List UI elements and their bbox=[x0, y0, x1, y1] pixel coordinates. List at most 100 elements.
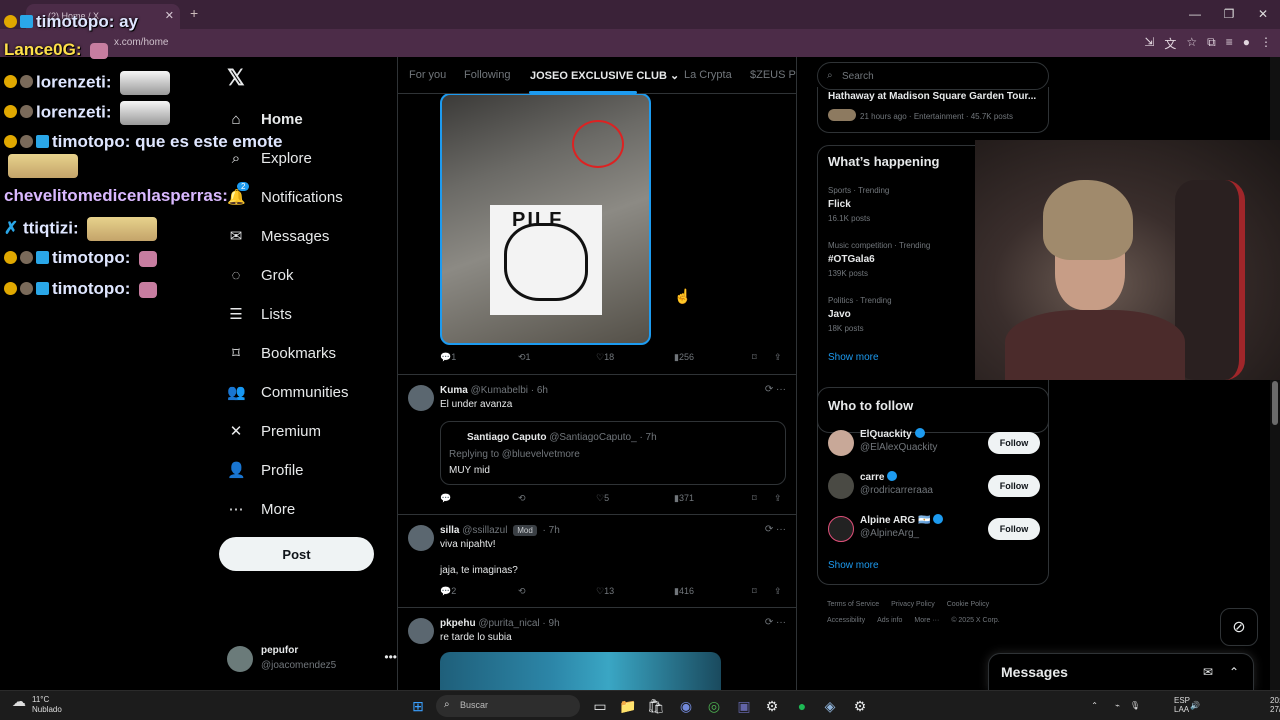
sidebar-item-communities[interactable]: 👥 Communities bbox=[227, 377, 349, 407]
chrome-icon[interactable]: ◎ bbox=[704, 696, 724, 716]
settings-icon[interactable]: ⚙ bbox=[762, 696, 782, 716]
post-card[interactable]: pkpehu @purita_nical · 9h ⟳ ··· re tarde… bbox=[398, 607, 796, 690]
tab-zeus[interactable]: $ZEUS Pe bbox=[750, 69, 796, 81]
trend-item[interactable]: Music competition · Trending #OTGala6 13… bbox=[828, 241, 930, 278]
sidebar-item-bookmarks[interactable]: ⌑ Bookmarks bbox=[227, 338, 336, 368]
bookmark-icon[interactable]: ⌑ bbox=[752, 352, 757, 363]
install-icon[interactable]: ⇲ bbox=[1144, 35, 1154, 52]
who-to-follow-card: Who to follow ElQuackity @ElAlexQuackity… bbox=[817, 387, 1049, 585]
sidebar-item-more[interactable]: ⋯ More bbox=[227, 494, 296, 524]
post-card[interactable]: Kuma @Kumabelbi · 6h ⟳ ··· El under avan… bbox=[398, 374, 796, 514]
like-button[interactable]: ♡ 18 bbox=[596, 352, 614, 363]
tab-following[interactable]: Following bbox=[464, 69, 510, 81]
footer-link[interactable]: More ··· bbox=[914, 617, 939, 624]
repost-button[interactable]: ⟲ bbox=[518, 586, 526, 597]
teams-icon[interactable]: ▣ bbox=[734, 696, 754, 716]
mic-icon[interactable]: 🎙 bbox=[1130, 701, 1140, 710]
minimize-icon[interactable]: — bbox=[1178, 0, 1212, 29]
search-input[interactable]: ⌕ Search bbox=[817, 62, 1049, 90]
author-name[interactable]: Kuma bbox=[440, 385, 468, 396]
taskbar-search[interactable]: ⌕ Buscar bbox=[436, 695, 580, 717]
follow-button[interactable]: Follow bbox=[988, 475, 1040, 497]
show-more-link[interactable]: Show more bbox=[828, 560, 879, 571]
scrollbar-thumb[interactable] bbox=[1272, 381, 1278, 425]
share-icon[interactable]: ⇪ bbox=[774, 586, 782, 597]
like-count: 18 bbox=[604, 352, 615, 362]
reply-button[interactable]: 💬 bbox=[440, 493, 451, 504]
weather-widget[interactable]: ☁ 11°C Nublado bbox=[12, 694, 62, 715]
author-name[interactable]: silla bbox=[440, 525, 459, 536]
show-more-link[interactable]: Show more bbox=[828, 352, 879, 363]
settings-gear-icon[interactable]: ⚙ bbox=[850, 696, 870, 716]
bookmark-icon[interactable]: ⌑ bbox=[752, 493, 757, 504]
windows-start-icon[interactable]: ⊞ bbox=[408, 696, 428, 716]
views-button[interactable]: ▮ 416 bbox=[674, 586, 694, 597]
account-switcher[interactable]: pepufor @joacomendez5 ••• bbox=[227, 644, 397, 674]
follow-button[interactable]: Follow bbox=[988, 518, 1040, 540]
quoted-author-handle: @SantiagoCaputo_ bbox=[549, 432, 637, 443]
more-dots-icon[interactable]: ⟳ ··· bbox=[765, 524, 786, 535]
steam-icon[interactable]: ◈ bbox=[820, 696, 840, 716]
discord-icon[interactable]: ◉ bbox=[676, 696, 696, 716]
more-dots-icon[interactable]: ••• bbox=[384, 650, 397, 664]
task-view-icon[interactable]: ▭ bbox=[590, 696, 610, 716]
new-message-icon[interactable]: ✉ bbox=[1203, 665, 1213, 679]
footer-link[interactable]: Accessibility bbox=[827, 617, 865, 624]
maximize-icon[interactable]: ❐ bbox=[1212, 0, 1246, 29]
follow-suggestion[interactable]: Alpine ARG 🇦🇷 @AlpineArg_ Follow bbox=[828, 514, 1040, 544]
post-card[interactable]: silla @ssillazul Mod · 7h ⟳ ··· viva nip… bbox=[398, 514, 796, 607]
expand-icon[interactable]: ⌃ bbox=[1229, 665, 1239, 679]
repost-button[interactable]: ⟲ bbox=[518, 493, 526, 504]
tab-la-crypta[interactable]: La Crypta bbox=[684, 69, 732, 81]
post-button[interactable]: Post bbox=[219, 537, 374, 571]
footer-link[interactable]: Ads info bbox=[877, 617, 902, 624]
chat-user: Lance0G bbox=[4, 40, 76, 59]
volume-icon[interactable]: 🔊 bbox=[1190, 701, 1200, 710]
file-explorer-icon[interactable]: 📁 bbox=[618, 696, 638, 716]
messages-drawer[interactable]: Messages ✉ ⌃ bbox=[988, 653, 1254, 690]
trend-item[interactable]: Politics · Trending Javo 18K posts bbox=[828, 296, 892, 333]
bookmark-icon[interactable]: ⌑ bbox=[752, 586, 757, 597]
close-window-icon[interactable]: ✕ bbox=[1246, 0, 1280, 29]
store-icon[interactable]: 🛍 bbox=[646, 696, 666, 716]
post-image[interactable]: PILF bbox=[440, 93, 651, 345]
post-header: silla @ssillazul Mod · 7h bbox=[440, 525, 560, 536]
footer-link[interactable]: Cookie Policy bbox=[947, 601, 989, 608]
repost-button[interactable]: ⟲ 1 bbox=[518, 352, 531, 363]
author-name[interactable]: pkpehu bbox=[440, 618, 476, 629]
share-icon[interactable]: ⇪ bbox=[774, 493, 782, 504]
translate-icon[interactable]: 文 bbox=[1164, 35, 1176, 52]
more-dots-icon[interactable]: ⟳ ··· bbox=[765, 617, 786, 628]
sidebar-item-premium[interactable]: ✕ Premium bbox=[227, 416, 321, 446]
more-dots-icon[interactable]: ⟳ ··· bbox=[765, 384, 786, 395]
trending-event-card[interactable]: Hathaway at Madison Square Garden Tour..… bbox=[817, 87, 1049, 133]
footer-link[interactable]: Privacy Policy bbox=[891, 601, 935, 608]
chevron-up-icon[interactable]: ⌃ bbox=[1091, 701, 1098, 710]
share-icon[interactable]: ⇪ bbox=[774, 352, 782, 363]
cube-badge-icon bbox=[36, 251, 49, 264]
quoted-post[interactable]: Santiago Caputo @SantiagoCaputo_ · 7h Re… bbox=[440, 421, 786, 485]
views-button[interactable]: ▮ 256 bbox=[674, 352, 694, 363]
media-icon[interactable]: ≡ bbox=[1226, 35, 1233, 52]
follow-button[interactable]: Follow bbox=[988, 432, 1040, 454]
spotify-icon[interactable]: ● bbox=[792, 696, 812, 716]
follow-suggestion[interactable]: carre @rodricarreraaa Follow bbox=[828, 471, 1040, 501]
grok-icon[interactable]: ⊘ bbox=[1220, 608, 1258, 646]
menu-kebab-icon[interactable]: ⋮ bbox=[1260, 35, 1272, 52]
like-button[interactable]: ♡ 13 bbox=[596, 586, 614, 597]
extension-icon[interactable]: ⧉ bbox=[1207, 35, 1216, 52]
like-button[interactable]: ♡ 5 bbox=[596, 493, 609, 504]
post-image[interactable] bbox=[440, 652, 721, 690]
views-button[interactable]: ▮ 371 bbox=[674, 493, 694, 504]
trend-item[interactable]: Sports · Trending Flick 16.1K posts bbox=[828, 186, 889, 223]
network-icon[interactable]: ⌁ bbox=[1115, 701, 1120, 710]
sidebar-item-profile[interactable]: 👤 Profile bbox=[227, 455, 304, 485]
tab-for-you[interactable]: For you bbox=[409, 69, 446, 81]
follow-suggestion[interactable]: ElQuackity @ElAlexQuackity Follow bbox=[828, 428, 1040, 458]
tab-joseo-exclusive-club[interactable]: JOSEO EXCLUSIVE CLUB ⌄ bbox=[530, 69, 679, 82]
reply-button[interactable]: 💬 2 bbox=[440, 586, 456, 597]
profile-avatar[interactable]: ● bbox=[1243, 35, 1250, 52]
footer-link[interactable]: Terms of Service bbox=[827, 601, 879, 608]
reply-button[interactable]: 💬 1 bbox=[440, 352, 456, 363]
star-icon[interactable]: ☆ bbox=[1186, 35, 1197, 52]
